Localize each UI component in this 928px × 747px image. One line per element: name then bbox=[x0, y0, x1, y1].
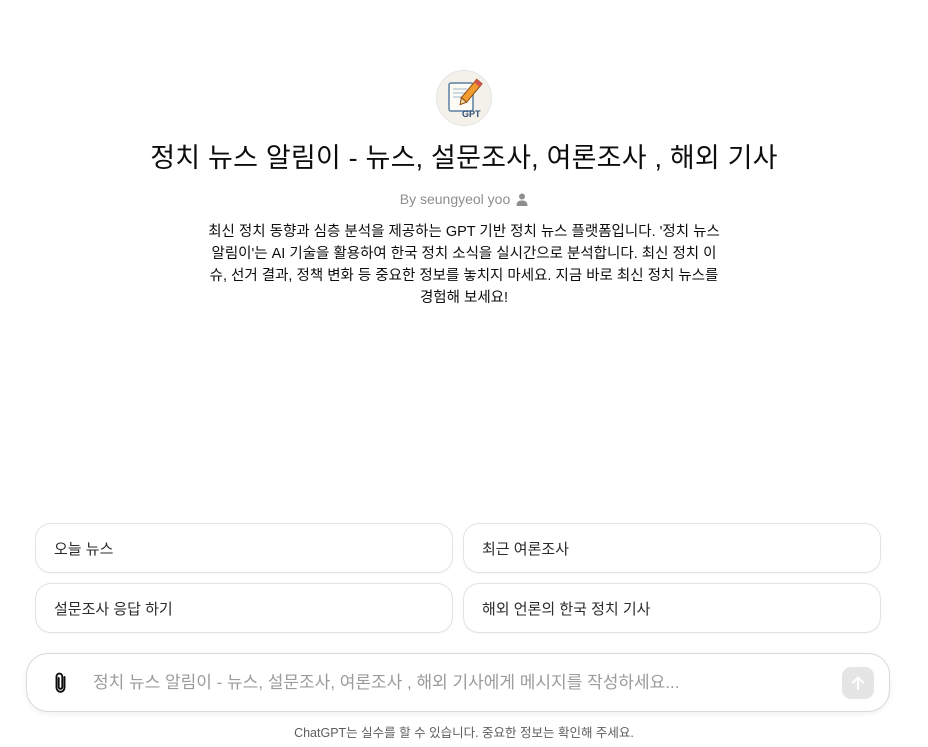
gpt-landing-page: GPT 정치 뉴스 알림이 - 뉴스, 설문조사, 여론조사 , 해외 기사 B… bbox=[0, 0, 928, 747]
starter-button[interactable]: 설문조사 응답 하기 bbox=[35, 583, 453, 633]
svg-text:GPT: GPT bbox=[462, 109, 481, 119]
paperclip-icon bbox=[55, 672, 66, 693]
starter-button[interactable]: 해외 언론의 한국 정치 기사 bbox=[463, 583, 881, 633]
send-button[interactable] bbox=[842, 666, 874, 699]
starter-button[interactable]: 최근 여론조사 bbox=[463, 523, 881, 573]
arrow-up-icon bbox=[852, 676, 864, 690]
gpt-hero: GPT 정치 뉴스 알림이 - 뉴스, 설문조사, 여론조사 , 해외 기사 B… bbox=[0, 70, 928, 309]
gpt-title: 정치 뉴스 알림이 - 뉴스, 설문조사, 여론조사 , 해외 기사 bbox=[150, 143, 778, 173]
attach-file-button[interactable] bbox=[49, 671, 73, 695]
starter-button[interactable]: 오늘 뉴스 bbox=[35, 523, 453, 573]
message-input[interactable] bbox=[91, 671, 842, 694]
pencil-document-icon: GPT bbox=[448, 78, 483, 119]
conversation-starters: 오늘 뉴스 최근 여론조사 설문조사 응답 하기 해외 언론의 한국 정치 기사 bbox=[35, 523, 881, 633]
byline-text: By seungyeol yoo bbox=[399, 191, 511, 207]
person-icon bbox=[516, 193, 528, 206]
gpt-author-byline[interactable]: By seungyeol yoo bbox=[0, 191, 928, 207]
message-composer bbox=[26, 653, 890, 712]
gpt-avatar: GPT bbox=[436, 70, 492, 126]
gpt-description: 최신 정치 동향과 심층 분석을 제공하는 GPT 기반 정치 뉴스 플랫폼입니… bbox=[208, 224, 720, 306]
footer-disclaimer: ChatGPT는 실수를 할 수 있습니다. 중요한 정보는 확인해 주세요. bbox=[294, 726, 634, 740]
